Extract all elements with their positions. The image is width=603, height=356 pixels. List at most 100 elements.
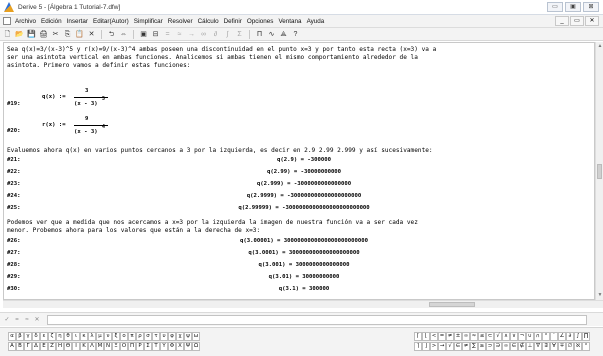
horizontal-scrollbar[interactable]	[3, 300, 603, 308]
math-symbol-key[interactable]: ≠	[446, 332, 454, 341]
math-symbol-key[interactable]: ∩	[534, 332, 542, 341]
right-eval-28[interactable]: q(3.001) = 3000000000000000	[259, 262, 350, 268]
math-symbol-key[interactable]: ∓	[558, 342, 566, 351]
integral-icon[interactable]: ∫	[223, 30, 232, 39]
math-symbol-key[interactable]: ∇	[534, 342, 542, 351]
math-symbol-key[interactable]: ∪	[526, 332, 534, 341]
math-symbol-key[interactable]: ∨	[510, 332, 518, 341]
math-symbol-key[interactable]: ∃	[542, 342, 550, 351]
doc-close-button[interactable]: ✕	[585, 16, 599, 26]
math-symbol-key[interactable]: <	[430, 332, 438, 341]
greek-lower-key[interactable]: υ	[160, 332, 168, 341]
greek-lower-key[interactable]: κ	[80, 332, 88, 341]
greek-lower-key[interactable]: χ	[176, 332, 184, 341]
r-def-lhs[interactable]: r(x) :=	[42, 122, 66, 128]
greek-upper-key[interactable]: Τ	[152, 342, 160, 351]
q-def-numerator[interactable]: 3	[85, 88, 88, 94]
math-symbol-key[interactable]: ⌈	[414, 332, 422, 341]
greek-upper-key[interactable]: Ρ	[136, 342, 144, 351]
greek-lower-key[interactable]: θ	[64, 332, 72, 341]
math-symbol-key[interactable]: ∈	[510, 342, 518, 351]
scroll-down-icon[interactable]: ▼	[597, 292, 603, 298]
math-symbol-key[interactable]: ∏	[582, 332, 590, 341]
q-def-exponent[interactable]: 5	[102, 96, 105, 102]
help-icon[interactable]: ?	[291, 30, 300, 39]
conclusion-line-1[interactable]: Podemos ver que a medida que nos acercam…	[7, 219, 418, 226]
cut-icon[interactable]: ✂	[51, 30, 60, 39]
greek-upper-key[interactable]: Ξ	[112, 342, 120, 351]
solve-icon[interactable]: ⊟	[151, 30, 160, 39]
plot3d-icon[interactable]: ⟁	[279, 30, 288, 39]
math-symbol-key[interactable]: ≠	[462, 342, 470, 351]
scroll-up-icon[interactable]: ▲	[597, 43, 603, 49]
menu-simplificar[interactable]: Simplificar	[134, 18, 163, 25]
greek-upper-key[interactable]: Π	[128, 342, 136, 351]
menu-archivo[interactable]: Archivo	[15, 18, 36, 25]
greek-upper-key[interactable]: Φ	[168, 342, 176, 351]
doc-minimize-button[interactable]: _	[555, 16, 569, 26]
derivative-icon[interactable]: ∂	[211, 30, 220, 39]
intro-line-2[interactable]: ser una asintota vertical en ambas funci…	[7, 54, 418, 61]
math-symbol-key[interactable]: ⊃	[486, 342, 494, 351]
approximate-icon[interactable]: ≈	[175, 30, 184, 39]
math-symbol-key[interactable]: ∠	[558, 332, 566, 341]
greek-lower-key[interactable]: π	[128, 332, 136, 341]
greek-lower-key[interactable]: η	[56, 332, 64, 341]
math-symbol-key[interactable]: ≈	[470, 332, 478, 341]
left-eval-24[interactable]: q(2.9999) = -300000000000000000000	[247, 193, 362, 199]
simplify-entry-icon[interactable]: =	[13, 316, 21, 324]
greek-upper-key[interactable]: Ω	[192, 342, 200, 351]
greek-upper-key[interactable]: Ι	[72, 342, 80, 351]
math-symbol-key[interactable]: >	[430, 342, 438, 351]
q-def-lhs[interactable]: q(x) :=	[42, 94, 66, 100]
doc-restore-button[interactable]: ▭	[570, 16, 584, 26]
greek-lower-key[interactable]: φ	[168, 332, 176, 341]
math-symbol-key[interactable]: ⌊	[422, 332, 430, 341]
greek-lower-key[interactable]: μ	[96, 332, 104, 341]
math-symbol-key[interactable]: ℵ	[574, 342, 582, 351]
math-symbol-key[interactable]: ⌉	[414, 342, 422, 351]
open-icon[interactable]: 📂	[15, 30, 24, 39]
math-symbol-key[interactable]: ∀	[550, 342, 558, 351]
save-icon[interactable]: 💾	[27, 30, 36, 39]
math-symbol-key[interactable]: ⌋	[422, 342, 430, 351]
substitute-icon[interactable]: →	[187, 30, 196, 39]
greek-upper-key[interactable]: Ν	[104, 342, 112, 351]
greek-lower-key[interactable]: ι	[72, 332, 80, 341]
math-symbol-key[interactable]: ∈	[454, 342, 462, 351]
renumber-icon[interactable]: ⇔	[119, 30, 128, 39]
menu-insertar[interactable]: Insertar	[67, 18, 88, 25]
horizontal-scroll-thumb[interactable]	[429, 302, 475, 307]
left-eval-22[interactable]: q(2.99) = -30000000000	[267, 169, 341, 175]
new-icon[interactable]: 🗋	[3, 30, 12, 39]
math-symbol-key[interactable]: √	[494, 332, 502, 341]
approximate-entry-icon[interactable]: ≈	[23, 316, 31, 324]
math-symbol-key[interactable]: ∂	[566, 332, 574, 341]
math-symbol-key[interactable]: =	[438, 332, 446, 341]
greek-lower-key[interactable]: λ	[88, 332, 96, 341]
math-symbol-key[interactable]: ⊥	[526, 342, 534, 351]
r-def-exponent[interactable]: 4	[102, 124, 105, 130]
greek-upper-key[interactable]: Ο	[120, 342, 128, 351]
greek-upper-key[interactable]: Κ	[80, 342, 88, 351]
enter-expression-icon[interactable]: ✓	[3, 316, 11, 324]
left-eval-21[interactable]: q(2.9) = -300000	[277, 157, 331, 163]
intro-line-3[interactable]: asintota. Primero vamos a definir estas …	[7, 62, 190, 69]
greek-upper-key[interactable]: Μ	[96, 342, 104, 351]
greek-upper-key[interactable]: Δ	[32, 342, 40, 351]
math-symbol-key[interactable]: ∫	[574, 332, 582, 341]
greek-upper-key[interactable]: Θ	[64, 342, 72, 351]
greek-upper-key[interactable]: Ζ	[48, 342, 56, 351]
greek-upper-key[interactable]: Ψ	[184, 342, 192, 351]
greek-lower-key[interactable]: α	[8, 332, 16, 341]
greek-lower-key[interactable]: ο	[120, 332, 128, 341]
limit-icon[interactable]: ∞	[199, 30, 208, 39]
math-symbol-key[interactable]: ±	[454, 332, 462, 341]
sum-icon[interactable]: Σ	[235, 30, 244, 39]
math-symbol-key[interactable]: √	[446, 342, 454, 351]
math-symbol-key[interactable]: ≤	[478, 332, 486, 341]
vertical-scroll-thumb[interactable]	[597, 164, 602, 179]
undo-icon[interactable]: ⮌	[107, 30, 116, 39]
menu-editar-autor[interactable]: Editar(Autor)	[93, 18, 129, 25]
greek-lower-key[interactable]: ω	[192, 332, 200, 341]
